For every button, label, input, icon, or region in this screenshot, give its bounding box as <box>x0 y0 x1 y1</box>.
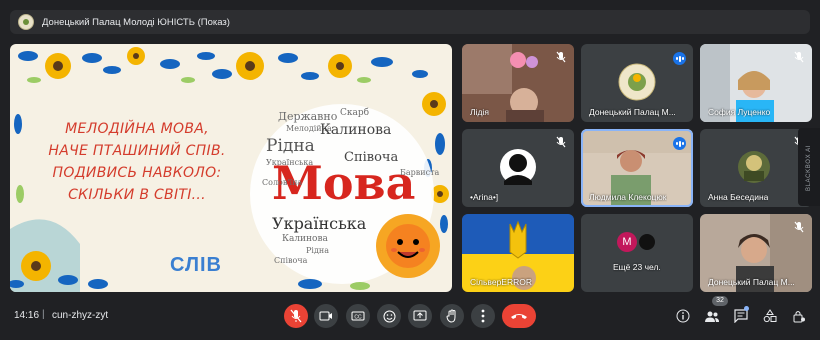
more-options-button[interactable] <box>471 304 495 328</box>
raise-hand-button[interactable] <box>440 304 464 328</box>
participant-tile[interactable]: Анна Беседина <box>700 129 812 207</box>
participant-tile[interactable]: •Arina•] <box>462 129 574 207</box>
svg-text:CC: CC <box>354 315 362 321</box>
cloud-word: Скарб <box>340 108 370 118</box>
cloud-word: Рідна <box>306 246 329 255</box>
hang-up-icon <box>511 314 527 319</box>
slide-poem: МЕЛОДІЙНА МОВА, НАЧЕ ПТАШИНИЙ СПІВ. ПОДИ… <box>32 118 242 206</box>
mic-off-icon <box>556 136 566 148</box>
meeting-details-button[interactable] <box>674 307 692 325</box>
participant-name: Анна Беседина <box>708 192 769 202</box>
participant-tile-active[interactable]: Людмила Клекоцюк <box>581 129 693 207</box>
participant-name: Донецький Палац М... <box>589 107 676 117</box>
shapes-icon <box>763 309 777 323</box>
host-controls-button[interactable] <box>790 307 808 325</box>
lock-person-icon <box>793 311 805 323</box>
cloud-word: Калинова <box>282 234 328 244</box>
mic-off-icon <box>794 221 804 233</box>
unread-dot <box>744 306 749 311</box>
activities-button[interactable] <box>761 307 779 325</box>
present-icon <box>413 310 427 321</box>
info-icon <box>676 309 690 323</box>
mic-off-icon <box>290 309 302 323</box>
more-participants-label: Ещё 23 чел. <box>613 262 661 272</box>
participant-tile[interactable]: Донецький Палац М... <box>581 44 693 122</box>
hand-icon <box>446 309 456 323</box>
chat-icon <box>734 309 748 323</box>
participant-name: София Луценко <box>708 107 771 117</box>
speaking-indicator-icon <box>673 137 686 150</box>
cloud-word: Українська <box>272 214 367 233</box>
captions-button[interactable]: CC <box>346 304 370 328</box>
meeting-title: Донецький Палац Молоді ЮНІСТЬ (Показ) <box>42 16 230 28</box>
participant-avatar <box>637 232 657 252</box>
cloud-word: Калинова <box>320 122 392 138</box>
leave-call-button[interactable] <box>502 304 536 328</box>
cloud-word: Солов'їна <box>262 178 303 187</box>
side-tab-label: BLACKBOX AI <box>806 145 812 191</box>
participant-name: СільверERROR <box>470 277 532 287</box>
host-avatar <box>18 14 34 30</box>
meeting-title-bar: Донецький Палац Молоді ЮНІСТЬ (Показ) <box>10 10 810 34</box>
presentation-slide: МЕЛОДІЙНА МОВА, НАЧЕ ПТАШИНИЙ СПІВ. ПОДИ… <box>10 44 452 292</box>
emoji-reaction-button[interactable] <box>377 304 401 328</box>
blackbox-side-tab[interactable]: BLACKBOX AI <box>798 128 820 206</box>
participant-count-badge: 32 <box>712 296 728 306</box>
participant-name: Людмила Клекоцюк <box>589 192 667 202</box>
participant-name: Лідія <box>470 107 489 117</box>
separator: | <box>42 309 45 320</box>
mic-off-icon <box>794 51 804 63</box>
meeting-time: 14:16 <box>14 310 40 321</box>
camera-icon <box>319 311 332 321</box>
slide-brand: СЛІВ <box>170 254 222 276</box>
participant-avatar: М <box>617 232 637 252</box>
cloud-word: Барвиста <box>400 168 440 177</box>
participant-tile[interactable]: Донецький Палац М... <box>700 214 812 292</box>
emoji-icon <box>383 310 395 322</box>
people-button[interactable] <box>703 307 721 325</box>
poem-line: ПОДИВИСЬ НАВКОЛО: <box>52 165 222 181</box>
captions-icon: CC <box>351 311 365 321</box>
participant-name: Донецький Палац М... <box>708 277 795 287</box>
people-icon <box>705 311 719 322</box>
more-participants-tile[interactable]: М Ещё 23 чел. <box>581 214 693 292</box>
present-screen-button[interactable] <box>408 304 432 328</box>
poem-line: МЕЛОДІЙНА МОВА, <box>65 121 209 137</box>
participant-name: •Arina•] <box>470 192 499 202</box>
mic-off-icon <box>556 51 566 63</box>
camera-toggle-button[interactable] <box>314 304 338 328</box>
cloud-word: Співоча <box>274 256 308 265</box>
speaking-indicator-icon <box>673 52 686 65</box>
cloud-word: Рідна <box>266 136 315 156</box>
participant-tile[interactable]: Лідія <box>462 44 574 122</box>
more-vert-icon <box>481 309 485 323</box>
poem-line: СКІЛЬКИ В СВІТІ... <box>68 187 206 203</box>
participant-tile[interactable]: СільверERROR <box>462 214 574 292</box>
meeting-code: cun-zhyz-zyt <box>52 310 109 321</box>
participant-tile[interactable]: София Луценко <box>700 44 812 122</box>
microphone-toggle-button[interactable] <box>284 304 308 328</box>
poem-line: НАЧЕ ПТАШИНИЙ СПІВ. <box>48 143 226 159</box>
